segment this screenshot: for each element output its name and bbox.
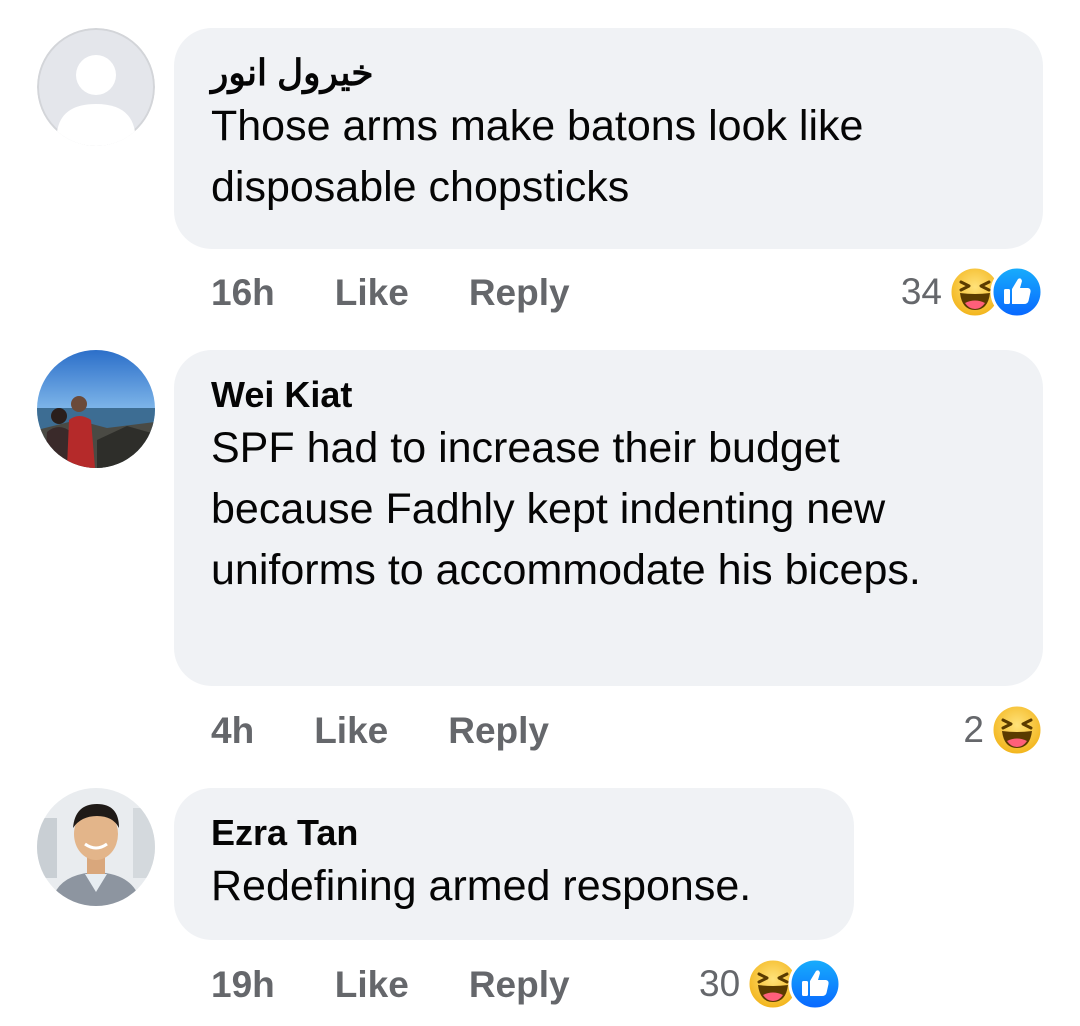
like-thumb-icon [990, 265, 1044, 319]
like-button[interactable]: Like [314, 710, 388, 752]
comment-bubble: خيرول انور Those arms make batons look l… [174, 28, 1043, 249]
reply-button[interactable]: Reply [469, 272, 570, 314]
comment-timestamp[interactable]: 4h [211, 710, 254, 752]
reaction-count: 34 [900, 271, 942, 312]
avatar-photo-couple[interactable] [37, 350, 155, 468]
like-thumb-icon [788, 957, 842, 1011]
comment-bubble: Ezra Tan Redefining armed response. [174, 788, 854, 940]
comment-actions: 19h Like Reply [211, 955, 570, 1015]
reaction-summary[interactable]: 2 [963, 700, 1044, 760]
reaction-count: 2 [963, 709, 984, 750]
default-user-icon [37, 28, 155, 146]
comment-author[interactable]: Wei Kiat [211, 374, 1007, 416]
profile-photo-icon [37, 350, 155, 468]
reply-button[interactable]: Reply [448, 710, 549, 752]
reaction-summary[interactable]: 30 [699, 954, 842, 1014]
avatar-default[interactable] [37, 28, 155, 146]
comment-text: Redefining armed response. [211, 862, 752, 910]
comment-bubble: Wei Kiat SPF had to increase their budge… [174, 350, 1043, 686]
comment-author[interactable]: Ezra Tan [211, 812, 818, 854]
like-button[interactable]: Like [335, 964, 409, 1006]
comment-author[interactable]: خيرول انور [211, 52, 1007, 94]
comment-timestamp[interactable]: 16h [211, 272, 275, 314]
reaction-count: 30 [699, 963, 741, 1004]
comment-text: Those arms make batons look like disposa… [211, 102, 864, 211]
haha-emoji-icon [990, 703, 1044, 757]
avatar-photo-man[interactable] [37, 788, 155, 906]
comment-actions: 4h Like Reply [211, 701, 549, 761]
reply-button[interactable]: Reply [469, 964, 570, 1006]
comment-timestamp[interactable]: 19h [211, 964, 275, 1006]
reaction-summary[interactable]: 34 [901, 262, 1044, 322]
profile-photo-icon [37, 788, 155, 906]
comment-actions: 16h Like Reply [211, 263, 570, 323]
like-button[interactable]: Like [335, 272, 409, 314]
comment-text: SPF had to increase their budget because… [211, 424, 921, 594]
